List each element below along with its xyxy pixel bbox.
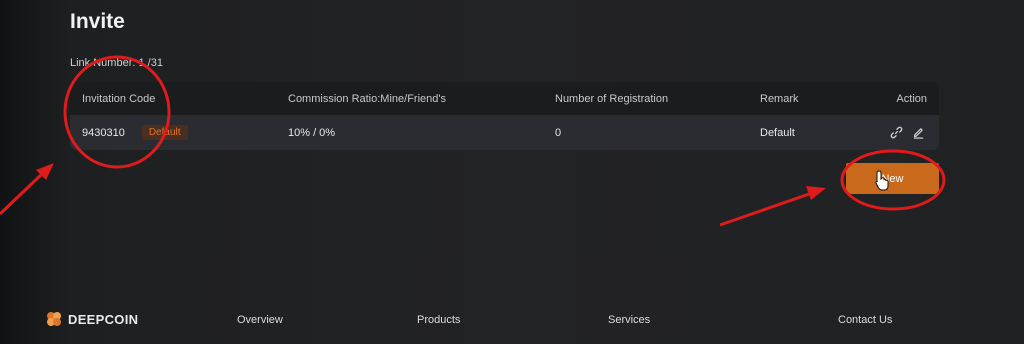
- invite-page: Invite Link Number: 1 /31 Invitation Cod…: [0, 0, 1024, 344]
- invitation-table: Invitation Code Commission Ratio:Mine/Fr…: [70, 82, 939, 150]
- column-header-action: Action: [896, 92, 927, 105]
- column-header-invitation-code: Invitation Code: [82, 92, 156, 105]
- default-badge: Default: [141, 125, 188, 140]
- registrations-value: 0: [555, 126, 562, 139]
- column-header-remark: Remark: [760, 92, 799, 105]
- invitation-code: 9430310: [82, 126, 125, 139]
- table-header: Invitation Code Commission Ratio:Mine/Fr…: [70, 82, 939, 115]
- new-button[interactable]: New: [846, 163, 939, 194]
- link-icon[interactable]: [890, 126, 903, 139]
- remark-value: Default: [760, 126, 795, 139]
- invitation-code-cell: 9430310 Default: [82, 115, 188, 150]
- footer-link-contact-us[interactable]: Contact Us: [838, 314, 892, 326]
- table-row: 9430310 Default 10% / 0% 0 Default: [70, 115, 939, 150]
- edit-icon[interactable]: [912, 126, 925, 139]
- footer: DEEPCOIN Overview Products Services Cont…: [0, 296, 1024, 344]
- commission-ratio-value: 10% / 0%: [288, 126, 336, 139]
- link-number-text: Link Number: 1 /31: [70, 57, 163, 69]
- footer-link-overview[interactable]: Overview: [237, 314, 283, 326]
- deepcoin-logo[interactable]: DEEPCOIN: [46, 311, 138, 327]
- deepcoin-logo-icon: [47, 312, 61, 326]
- annotation-arrow-left: [0, 163, 54, 216]
- column-header-commission-ratio: Commission Ratio:Mine/Friend's: [288, 92, 446, 105]
- footer-link-services[interactable]: Services: [608, 314, 650, 326]
- annotation-arrow-right: [719, 186, 826, 227]
- action-icons: [890, 115, 925, 150]
- brand-name: DEEPCOIN: [68, 311, 139, 327]
- page-title: Invite: [70, 10, 125, 33]
- column-header-registrations: Number of Registration: [555, 92, 669, 105]
- footer-link-products[interactable]: Products: [417, 314, 460, 326]
